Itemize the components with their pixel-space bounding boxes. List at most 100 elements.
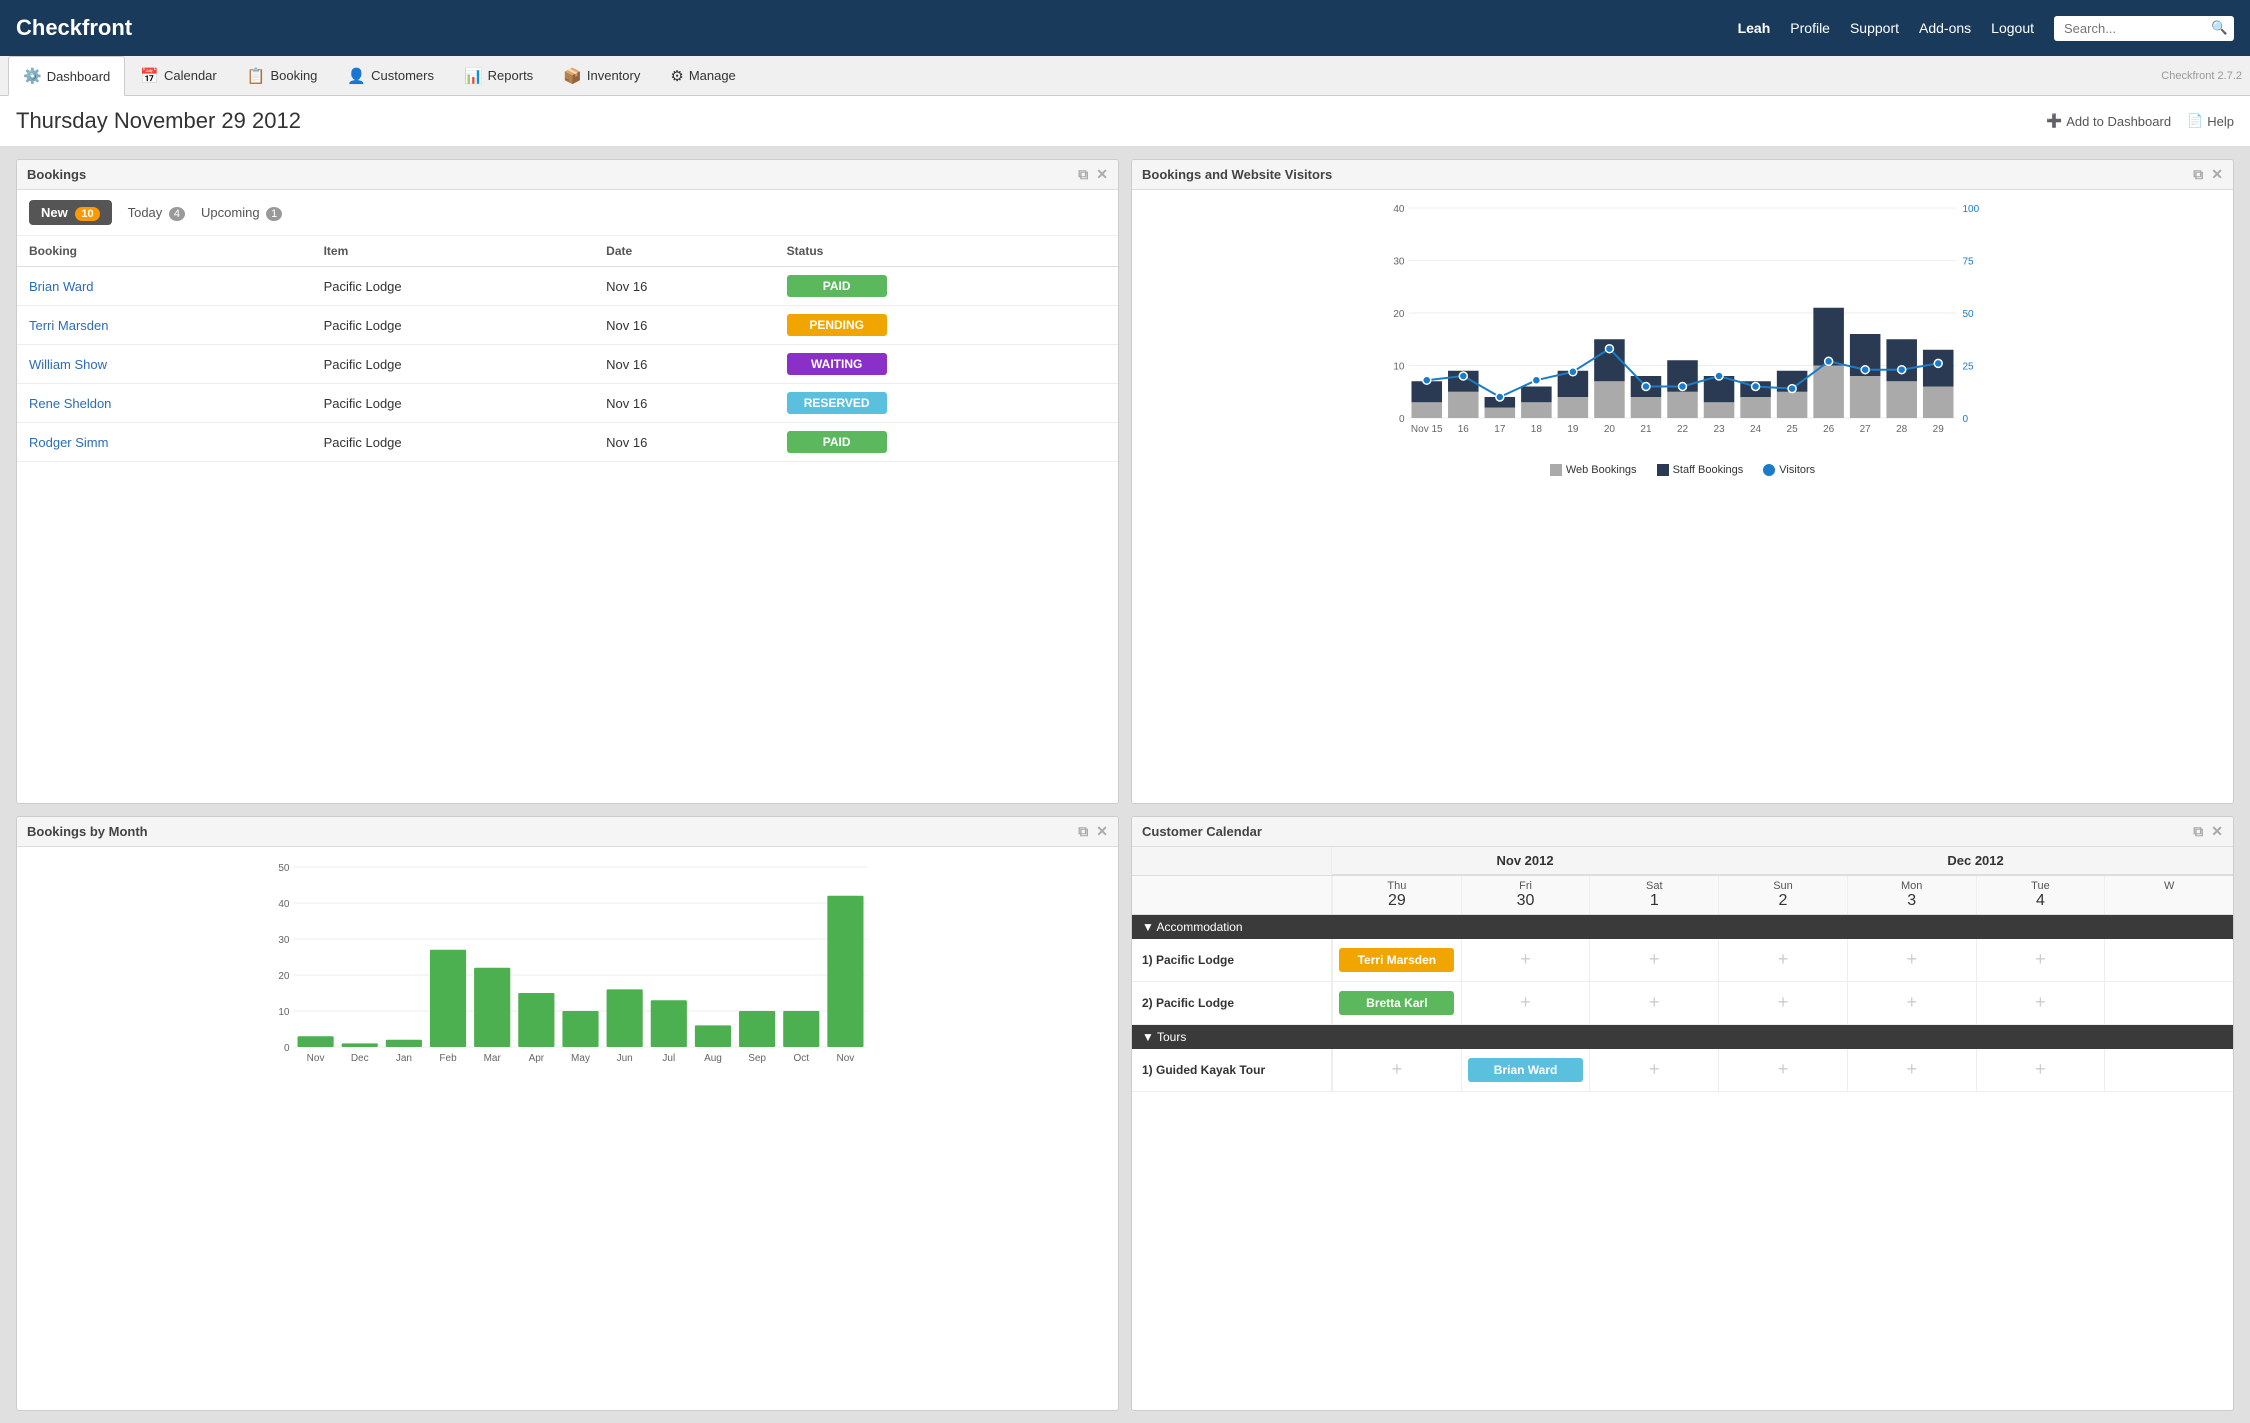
calendar-section-header: ▼ Tours [1132, 1025, 2233, 1049]
svg-text:10: 10 [278, 1007, 290, 1018]
svg-text:20: 20 [278, 971, 290, 982]
help-link[interactable]: 📄 Help [2187, 113, 2234, 129]
visitors-title: Bookings and Website Visitors [1142, 167, 1332, 182]
calendar-cell[interactable]: Terri Marsden [1332, 939, 1461, 981]
status-badge: PENDING [787, 314, 887, 336]
svg-text:29: 29 [1933, 424, 1945, 435]
col-date: Date [594, 236, 775, 267]
calendar-cell[interactable]: + [1976, 982, 2105, 1024]
calendar-cell[interactable]: + [1847, 982, 1976, 1024]
calendar-cell[interactable]: + [1589, 982, 1718, 1024]
calendar-cell[interactable]: + [1976, 939, 2105, 981]
calendar-row: 2) Pacific LodgeBretta Karl+++++ [1132, 982, 2233, 1025]
close-icon-3[interactable]: ✕ [1096, 823, 1108, 840]
tab-reports[interactable]: 📊 Reports [449, 56, 548, 96]
calendar-cell[interactable]: + [1589, 1049, 1718, 1091]
close-icon-2[interactable]: ✕ [2211, 166, 2223, 183]
add-to-dashboard-link[interactable]: ➕ Add to Dashboard [2046, 113, 2171, 129]
calendar-cell[interactable]: + [1718, 939, 1847, 981]
booking-name: Brian Ward [17, 267, 312, 306]
svg-text:30: 30 [1393, 257, 1405, 268]
tab-dashboard[interactable]: ⚙️ Dashboard [8, 56, 125, 96]
customers-icon: 👤 [347, 67, 366, 85]
booking-date: Nov 16 [594, 267, 775, 306]
svg-text:10: 10 [1393, 362, 1405, 373]
calendar-cell[interactable]: + [1589, 939, 1718, 981]
plus-icon: + [1649, 992, 1660, 1013]
booking-link[interactable]: Rodger Simm [29, 435, 108, 450]
calendar-cell[interactable]: + [1976, 1049, 2105, 1091]
booking-link[interactable]: Rene Sheldon [29, 396, 111, 411]
calendar-cell[interactable]: + [1847, 1049, 1976, 1091]
svg-text:20: 20 [1604, 424, 1616, 435]
help-icon: 📄 [2187, 113, 2203, 129]
header: Checkfront Leah Profile Support Add-ons … [0, 0, 2250, 56]
calendar-cell[interactable]: Brian Ward [1461, 1049, 1590, 1091]
page-title: Thursday November 29 2012 [16, 108, 2046, 134]
calendar-event[interactable]: Bretta Karl [1339, 991, 1454, 1015]
page-actions: ➕ Add to Dashboard 📄 Help [2046, 113, 2234, 129]
calendar-cell[interactable]: + [1718, 1049, 1847, 1091]
calendar-cell[interactable]: + [1332, 1049, 1461, 1091]
plus-icon: + [1649, 949, 1660, 970]
calendar-section-header: ▼ Accommodation [1132, 915, 2233, 939]
tab-customers[interactable]: 👤 Customers [332, 56, 449, 96]
profile-link[interactable]: Profile [1790, 20, 1830, 36]
chart-legend: Web Bookings Staff Bookings Visitors [1142, 464, 2223, 476]
calendar-cell[interactable]: + [1718, 982, 1847, 1024]
calendar-cell[interactable] [2104, 939, 2233, 981]
bookings-tabs: New 10 Today 4 Upcoming 1 [17, 190, 1118, 236]
tab-manage-label: Manage [689, 68, 736, 83]
month1-header: Nov 2012 [1332, 847, 1718, 875]
tab-manage[interactable]: ⚙ Manage [655, 56, 750, 96]
tab-new[interactable]: New 10 [29, 200, 112, 225]
calendar-cell[interactable] [2104, 1049, 2233, 1091]
search-icon-button[interactable]: 🔍 [2211, 20, 2228, 36]
calendar-cell[interactable] [2104, 982, 2233, 1024]
monthly-chart-area: 01020304050NovDecJanFebMarAprMayJunJulAu… [17, 847, 1118, 1090]
customer-calendar-title: Customer Calendar [1142, 824, 1262, 839]
tab-inventory[interactable]: 📦 Inventory [548, 56, 655, 96]
svg-text:16: 16 [1458, 424, 1470, 435]
tab-today[interactable]: Today 4 [128, 205, 185, 220]
legend-web: Web Bookings [1550, 464, 1637, 476]
plus-icon: + [2035, 949, 2046, 970]
calendar-cell[interactable]: Bretta Karl [1332, 982, 1461, 1024]
support-link[interactable]: Support [1850, 20, 1899, 36]
svg-text:0: 0 [284, 1043, 290, 1054]
svg-text:30: 30 [278, 935, 290, 946]
close-icon[interactable]: ✕ [1096, 166, 1108, 183]
calendar-cell[interactable]: + [1461, 982, 1590, 1024]
restore-icon-4[interactable]: ⧉ [2193, 823, 2203, 840]
calendar-cell[interactable]: + [1847, 939, 1976, 981]
plus-icon: + [2035, 992, 2046, 1013]
search-input[interactable] [2054, 16, 2234, 41]
calendar-cell[interactable]: + [1461, 939, 1590, 981]
logout-link[interactable]: Logout [1991, 20, 2034, 36]
calendar-event[interactable]: Terri Marsden [1339, 948, 1454, 972]
addons-link[interactable]: Add-ons [1919, 20, 1971, 36]
booking-item: Pacific Lodge [312, 306, 595, 345]
restore-icon-3[interactable]: ⧉ [1078, 823, 1088, 840]
svg-text:27: 27 [1860, 424, 1872, 435]
booking-link[interactable]: Brian Ward [29, 279, 94, 294]
status-badge: PAID [787, 275, 887, 297]
booking-status: PAID [775, 423, 1118, 462]
booking-link[interactable]: Terri Marsden [29, 318, 108, 333]
plus-icon: + [1778, 992, 1789, 1013]
tab-calendar[interactable]: 📅 Calendar [125, 56, 231, 96]
booking-link[interactable]: William Show [29, 357, 107, 372]
svg-text:40: 40 [1393, 204, 1405, 215]
tab-upcoming[interactable]: Upcoming 1 [201, 205, 282, 220]
svg-text:0: 0 [1399, 414, 1405, 425]
new-badge: 10 [75, 207, 99, 221]
plus-icon: + [1778, 1059, 1789, 1080]
svg-text:50: 50 [1963, 309, 1975, 320]
svg-text:Jun: Jun [617, 1053, 633, 1064]
tab-booking[interactable]: 📋 Booking [232, 56, 333, 96]
calendar-event[interactable]: Brian Ward [1468, 1058, 1583, 1082]
restore-icon[interactable]: ⧉ [1078, 166, 1088, 183]
close-icon-4[interactable]: ✕ [2211, 823, 2223, 840]
svg-text:Dec: Dec [351, 1053, 369, 1064]
restore-icon-2[interactable]: ⧉ [2193, 166, 2203, 183]
